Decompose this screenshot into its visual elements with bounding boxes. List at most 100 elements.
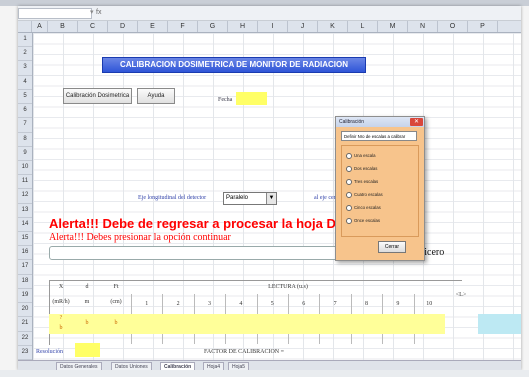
formula-bar: ▾ fx <box>18 6 521 21</box>
col-ft-header: Ft <box>113 284 119 290</box>
row-header[interactable]: 18 <box>18 275 32 289</box>
row-header[interactable]: 8 <box>18 133 32 147</box>
dialog-field[interactable]: Definir Nro de escalas a calibrar <box>341 131 417 141</box>
radio-option[interactable]: Tres escalas <box>346 178 378 186</box>
row-header[interactable]: 21 <box>18 317 32 332</box>
resolucion-input[interactable] <box>75 343 100 357</box>
ayuda-button[interactable]: Ayuda <box>137 88 175 104</box>
resolucion-label: Resolución <box>36 349 63 355</box>
bottom-strip <box>0 370 529 377</box>
close-icon[interactable]: ✕ <box>410 118 423 126</box>
row-header[interactable]: 20 <box>18 303 32 318</box>
row-header[interactable]: 3 <box>18 61 32 76</box>
column-header[interactable]: C <box>78 21 108 32</box>
row-header[interactable]: 1 <box>18 33 32 48</box>
column-header[interactable]: D <box>108 21 138 32</box>
row-header[interactable]: 10 <box>18 161 32 176</box>
eje-dropdown[interactable]: Paralelo ▼ <box>223 192 277 205</box>
row-header[interactable]: 14 <box>18 218 32 233</box>
row-header[interactable]: 16 <box>18 246 32 261</box>
row-header[interactable]: 4 <box>18 76 32 90</box>
column-header[interactable]: P <box>468 21 498 32</box>
radio-option[interactable]: Cinco escalas <box>346 204 381 212</box>
lectura-table: X d Ft LECTURA (u.s) <L> (mR/h) m (cm) 1… <box>49 280 466 345</box>
row-header[interactable]: 11 <box>18 175 32 190</box>
lectura-cells[interactable] <box>131 314 445 334</box>
row-header[interactable]: 17 <box>18 260 32 275</box>
lectura-col-header: 10 <box>426 301 433 307</box>
row-header[interactable]: 7 <box>18 118 32 133</box>
spreadsheet-window: ▾ fx ABCDEFGHIJKLMNOP 1 2 3 4 5 6 7 8 9 10 11 12 13 1… <box>18 6 521 370</box>
radio-option[interactable]: Una escala <box>346 152 376 160</box>
row-header[interactable]: 12 <box>18 189 32 204</box>
radio-label: Una escala <box>354 153 376 158</box>
column-header[interactable]: F <box>168 21 198 32</box>
radio-icon[interactable] <box>346 191 352 198</box>
select-all-corner[interactable] <box>18 21 32 32</box>
column-header[interactable]: N <box>408 21 438 32</box>
text-input-box[interactable] <box>49 246 347 260</box>
fecha-input[interactable] <box>236 92 267 105</box>
sheet-tab[interactable]: Datos Uniones <box>111 362 152 370</box>
lectura-col-header: 7 <box>333 301 337 307</box>
lectura-col-header: 5 <box>270 301 274 307</box>
col-ft-unit: (cm) <box>110 299 122 305</box>
column-header[interactable]: G <box>198 21 228 32</box>
radio-icon[interactable] <box>346 165 352 172</box>
radio-icon[interactable] <box>346 178 352 185</box>
column-header[interactable]: M <box>378 21 408 32</box>
calibracion-dialog: Calibración ✕ Definir Nro de escalas a c… <box>335 116 425 261</box>
lectura-col-header: 3 <box>207 301 211 307</box>
col-x-header: X <box>58 284 64 290</box>
row-header[interactable]: 2 <box>18 47 32 62</box>
row-header[interactable]: 6 <box>18 104 32 119</box>
col-d-unit: m <box>84 299 90 305</box>
column-header[interactable]: O <box>438 21 468 32</box>
radio-option[interactable]: Dos escalas <box>346 165 377 173</box>
chevron-down-icon[interactable]: ▼ <box>266 193 276 204</box>
calibracion-button[interactable]: Calibración Dosimetrica <box>63 88 132 104</box>
row-header[interactable]: 22 <box>18 332 32 346</box>
sheet-tab[interactable]: Datos Generales <box>56 362 102 370</box>
mean-cells[interactable] <box>478 314 521 334</box>
row-header[interactable]: 15 <box>18 232 32 247</box>
row-header[interactable]: 5 <box>18 90 32 105</box>
column-header[interactable]: B <box>48 21 78 32</box>
name-box[interactable] <box>18 8 92 19</box>
alert-heading: Alerta!!! Debe de regresar a procesar la… <box>49 216 382 231</box>
radio-icon[interactable] <box>346 204 352 211</box>
dialog-options-group: Una escala Dos escalas Tres escalas Cuatro … <box>341 145 419 237</box>
lectura-col-header: 4 <box>239 301 243 307</box>
column-header[interactable]: I <box>258 21 288 32</box>
fx-label: fx <box>96 9 102 16</box>
row-header[interactable]: 9 <box>18 147 32 161</box>
mean-header: <L> <box>455 292 467 298</box>
ft-value: b <box>114 320 118 326</box>
radio-label: Tres escalas <box>354 179 379 184</box>
col-d-header: d <box>85 284 89 290</box>
radio-option[interactable]: Cuatro escalas <box>346 191 383 199</box>
row-header[interactable]: 23 <box>18 346 32 360</box>
radio-label: Dos escalas <box>354 166 378 171</box>
eje-right-label: al eje cen <box>314 195 337 201</box>
column-header[interactable]: J <box>288 21 318 32</box>
fecha-label: Fecha <box>218 97 233 103</box>
sheet-tab[interactable]: Hoja4 <box>203 362 225 370</box>
radio-label: Once escalas <box>354 218 381 223</box>
column-header[interactable]: A <box>32 21 48 32</box>
radio-icon[interactable] <box>346 217 352 224</box>
column-header[interactable]: K <box>318 21 348 32</box>
cerrar-button[interactable]: Cerrar <box>378 241 406 253</box>
sheet-tab[interactable]: Calibración <box>160 362 196 370</box>
radio-icon[interactable] <box>346 152 352 159</box>
lectura-col-header: 8 <box>364 301 368 307</box>
column-header[interactable]: L <box>348 21 378 32</box>
sheet-tab[interactable]: Hoja5 <box>228 362 250 370</box>
column-header[interactable]: H <box>228 21 258 32</box>
radio-option[interactable]: Once escalas <box>346 217 380 225</box>
fx-separator-icon: ▾ <box>90 9 94 16</box>
row-header[interactable]: 19 <box>18 289 32 304</box>
row-header[interactable]: 13 <box>18 204 32 218</box>
lectura-col-header: 6 <box>302 301 306 307</box>
column-header[interactable]: E <box>138 21 168 32</box>
